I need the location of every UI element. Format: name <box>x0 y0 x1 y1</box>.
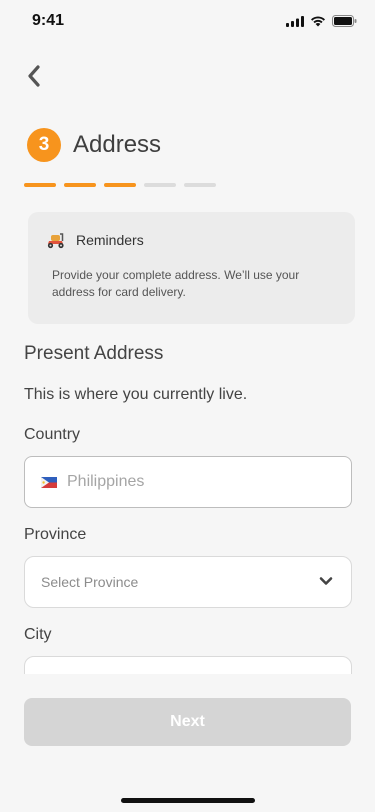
reminder-title: Reminders <box>76 232 144 248</box>
progress-segment <box>184 183 216 187</box>
cellular-signal-icon <box>286 15 304 27</box>
reminder-text: Provide your complete address. We’ll use… <box>52 268 300 299</box>
wifi-icon <box>311 16 325 26</box>
back-button[interactable] <box>22 62 46 90</box>
philippines-flag-icon <box>41 476 57 488</box>
progress-segment <box>24 183 56 187</box>
next-button[interactable]: Next <box>24 698 351 746</box>
country-label: Country <box>24 426 81 443</box>
section-title: Present Address <box>24 343 164 364</box>
chevron-down-icon <box>319 577 333 585</box>
home-indicator <box>121 798 255 803</box>
step-number-badge: 3 <box>27 128 61 162</box>
reminder-card: Reminders Provide your complete address.… <box>28 212 355 324</box>
progress-segment <box>104 183 136 187</box>
chevron-left-icon <box>28 65 40 87</box>
province-select[interactable]: Select Province <box>24 556 352 608</box>
page-title: Address <box>73 131 162 158</box>
battery-icon <box>332 15 357 27</box>
country-value: Philippines <box>67 473 145 490</box>
step-header: 3 Address <box>27 128 161 162</box>
status-bar: 9:41 <box>0 0 375 44</box>
step-progress <box>24 183 216 187</box>
progress-segment <box>64 183 96 187</box>
country-field[interactable]: Philippines <box>24 456 352 508</box>
province-label: Province <box>24 526 87 543</box>
province-placeholder: Select Province <box>41 574 139 590</box>
section-subtitle: This is where you currently live. <box>24 386 248 403</box>
status-icons <box>286 15 357 27</box>
progress-segment <box>144 183 176 187</box>
scooter-icon <box>47 233 64 249</box>
status-time: 9:41 <box>32 12 65 29</box>
reminder-header: Reminders <box>46 231 144 249</box>
city-label: City <box>24 626 52 643</box>
